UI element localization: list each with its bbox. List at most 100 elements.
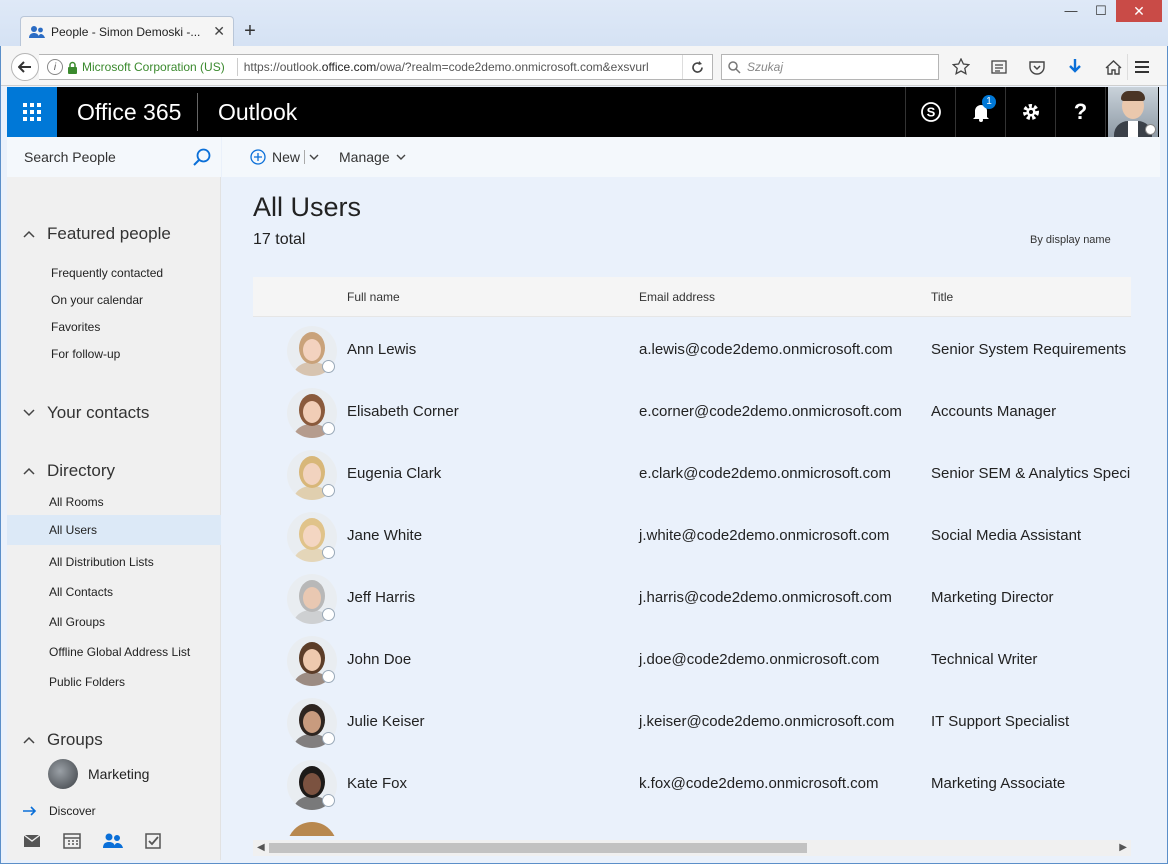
user-title: Senior SEM & Analytics Speci	[931, 465, 1131, 482]
search-icon[interactable]	[193, 148, 211, 166]
nav-item-frequently-contacted[interactable]: Frequently contacted	[51, 266, 163, 280]
table-row[interactable]: Ann Lewis a.lewis@code2demo.onmicrosoft.c…	[253, 320, 1131, 382]
presence-indicator	[322, 794, 335, 807]
calendar-icon[interactable]	[63, 833, 81, 849]
window-controls: — ☐ ✕	[1056, 0, 1162, 22]
tasks-icon[interactable]	[145, 833, 161, 849]
reading-list-icon[interactable]	[985, 54, 1013, 80]
table-row[interactable]: Elisabeth Corner e.corner@code2demo.onmic…	[253, 382, 1131, 444]
discover-link[interactable]: Discover	[23, 804, 96, 818]
people-icon	[29, 25, 45, 38]
user-email: j.white@code2demo.onmicrosoft.com	[639, 527, 890, 544]
app-name[interactable]: Outlook	[218, 87, 297, 137]
arrow-right-icon	[23, 806, 37, 816]
table-row[interactable]: Jane White j.white@code2demo.onmicrosoft.…	[253, 506, 1131, 568]
notifications-button[interactable]: 1	[955, 87, 1005, 137]
manage-button[interactable]: Manage	[339, 149, 406, 165]
user-title: IT Support Specialist	[931, 713, 1070, 730]
table-row[interactable]: Jeff Harris j.harris@code2demo.onmicrosof…	[253, 568, 1131, 630]
table-row[interactable]: Eugenia Clark e.clark@code2demo.onmicroso…	[253, 444, 1131, 506]
nav-item-all-groups[interactable]: All Groups	[49, 615, 105, 629]
table-row[interactable]: Kate Fox k.fox@code2demo.onmicrosoft.com M…	[253, 754, 1131, 816]
nav-item-all-rooms[interactable]: All Rooms	[49, 495, 104, 509]
home-icon[interactable]	[1099, 54, 1127, 80]
table-row[interactable]: Julie Keiser j.keiser@code2demo.onmicroso…	[253, 692, 1131, 754]
table-row[interactable]: John Doe j.doe@code2demo.onmicrosoft.com T…	[253, 630, 1131, 692]
column-header-full-name[interactable]: Full name	[347, 290, 400, 304]
pocket-icon[interactable]	[1023, 54, 1051, 80]
back-arrow-icon	[18, 61, 31, 73]
your-contacts-heading[interactable]: Your contacts	[23, 403, 149, 423]
directory-heading[interactable]: Directory	[23, 461, 115, 481]
groups-heading[interactable]: Groups	[23, 730, 103, 750]
nav-item-offline-global-address-list[interactable]: Offline Global Address List	[49, 645, 190, 659]
browser-search-input[interactable]: Szukaj	[721, 54, 939, 80]
scroll-left-icon[interactable]: ◀	[257, 840, 265, 856]
bookmark-star-icon[interactable]	[947, 54, 975, 80]
nav-item-all-users[interactable]: All Users	[7, 515, 221, 545]
user-avatar	[1107, 87, 1158, 137]
new-tab-button[interactable]: +	[238, 18, 262, 44]
module-switcher	[7, 823, 221, 859]
minimize-icon[interactable]: —	[1056, 0, 1086, 22]
reload-icon[interactable]	[682, 55, 712, 79]
presence-indicator	[322, 546, 335, 559]
table-header: Full name Email address Title	[253, 277, 1131, 317]
user-title: Marketing Associate	[931, 775, 1066, 792]
url-text[interactable]: https://outlook.office.com/owa/?realm=co…	[244, 60, 682, 74]
back-button[interactable]	[11, 53, 39, 81]
add-circle-icon	[250, 149, 266, 165]
user-full-name: Jane White	[347, 527, 423, 544]
chevron-down-icon[interactable]	[309, 154, 319, 160]
info-icon[interactable]: i	[47, 59, 63, 75]
scroll-right-icon[interactable]: ▶	[1119, 840, 1127, 856]
search-placeholder: Szukaj	[747, 60, 784, 74]
site-identity-label: Microsoft Corporation (US)	[82, 60, 225, 74]
mail-icon[interactable]	[23, 834, 41, 848]
new-button[interactable]: New	[250, 149, 319, 165]
browser-tab[interactable]: People - Simon Demoski -... ✕	[20, 16, 234, 46]
search-people-input[interactable]: Search People	[7, 137, 221, 177]
nav-item-favorites[interactable]: Favorites	[51, 320, 100, 334]
group-item-marketing[interactable]: Marketing	[48, 759, 149, 789]
people-icon[interactable]	[103, 833, 123, 849]
help-icon[interactable]: ?	[1055, 87, 1105, 137]
brand-name[interactable]: Office 365	[77, 87, 181, 137]
featured-people-heading[interactable]: Featured people	[23, 224, 171, 244]
nav-item-all-contacts[interactable]: All Contacts	[49, 585, 113, 599]
user-email: a.lewis@code2demo.onmicrosoft.com	[639, 341, 893, 358]
sort-dropdown[interactable]: By display name	[1030, 234, 1111, 246]
close-tab-icon[interactable]: ✕	[213, 23, 225, 40]
header-separator	[197, 93, 198, 131]
nav-item-for-follow-up[interactable]: For follow-up	[51, 347, 120, 361]
maximize-icon[interactable]: ☐	[1086, 0, 1116, 22]
discover-label: Discover	[49, 804, 96, 818]
settings-button[interactable]	[1005, 87, 1055, 137]
your-contacts-label: Your contacts	[47, 403, 150, 422]
url-prefix: https://outlook.	[243, 60, 322, 74]
group-avatar	[48, 759, 78, 789]
site-identity[interactable]: Microsoft Corporation (US)	[67, 60, 225, 74]
new-label: New	[272, 149, 301, 165]
column-header-email[interactable]: Email address	[639, 290, 715, 304]
app-launcher-icon[interactable]	[7, 87, 57, 137]
scrollbar-thumb[interactable]	[269, 843, 807, 853]
presence-indicator	[322, 670, 335, 683]
table-row-partial[interactable]	[253, 816, 1131, 836]
nav-item-on-your-calendar[interactable]: On your calendar	[51, 293, 143, 307]
column-header-title[interactable]: Title	[931, 290, 953, 304]
close-window-icon[interactable]: ✕	[1116, 0, 1162, 22]
skype-button[interactable]: S	[905, 87, 955, 137]
search-people-label: Search People	[24, 149, 116, 165]
presence-indicator	[322, 732, 335, 745]
left-navigation: Search People Featured people Frequently…	[7, 137, 221, 860]
url-bar[interactable]: i Microsoft Corporation (US) https://out…	[39, 54, 713, 80]
nav-item-public-folders[interactable]: Public Folders	[49, 675, 125, 689]
navigation-bar: i Microsoft Corporation (US) https://out…	[1, 46, 1167, 86]
download-icon[interactable]	[1061, 54, 1089, 80]
hamburger-menu-icon[interactable]	[1127, 54, 1155, 80]
account-button[interactable]	[1105, 87, 1159, 137]
presence-indicator	[322, 422, 335, 435]
horizontal-scrollbar[interactable]: ◀ ▶	[253, 840, 1131, 856]
nav-item-all-distribution-lists[interactable]: All Distribution Lists	[49, 555, 154, 569]
